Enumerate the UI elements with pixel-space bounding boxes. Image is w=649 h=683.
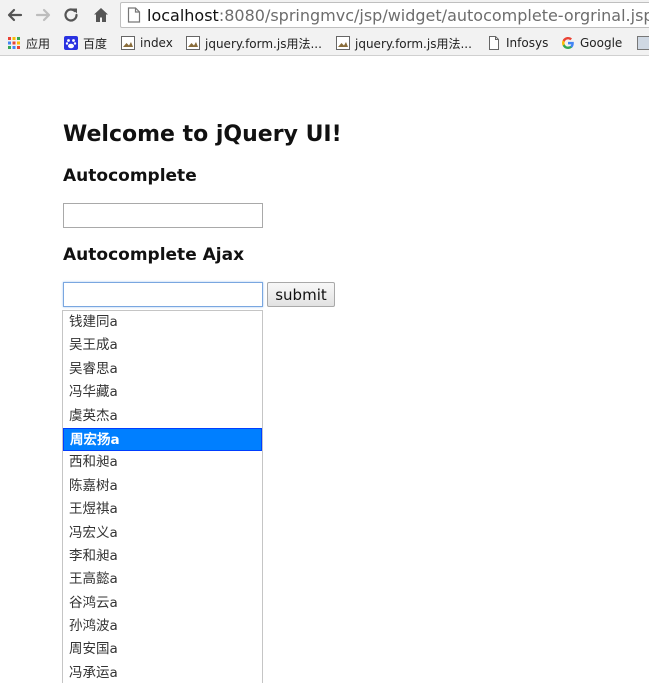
suggestion-item[interactable]: 钱建同a — [63, 311, 262, 334]
bookmark-label: index — [140, 36, 173, 50]
suggestion-item[interactable]: 冯华藏a — [63, 381, 262, 404]
suggestion-item[interactable]: 吴睿思a — [63, 358, 262, 381]
suggestion-item[interactable]: 王高懿a — [63, 568, 262, 591]
bookmark-label: 百度 — [83, 36, 108, 51]
google-g-icon — [562, 37, 574, 49]
bookmark-jquery-form-1[interactable]: jquery.form.js用法... — [186, 34, 322, 52]
bookmark-label: Google — [580, 36, 623, 50]
baidu-paw-icon — [64, 36, 78, 50]
image-thumbnail-icon — [336, 36, 350, 50]
suggestion-item[interactable]: 冯承运a — [63, 662, 262, 683]
bookmark-label: Infosys — [506, 36, 549, 50]
bookmark-index[interactable]: index — [121, 34, 173, 52]
suggestion-item[interactable]: 孙鸿波a — [63, 615, 262, 638]
image-thumbnail-icon — [637, 36, 649, 50]
reload-icon[interactable] — [60, 4, 82, 26]
bookmark-apps[interactable]: 应用 — [7, 34, 50, 52]
suggestion-item-highlighted[interactable]: 周宏扬a — [63, 427, 262, 452]
bookmark-jquery-form-2[interactable]: jquery.form.js用法... — [336, 34, 472, 52]
page-icon — [489, 36, 499, 50]
suggestion-item[interactable]: 西和昶a — [63, 451, 262, 474]
autocomplete-heading: Autocomplete — [63, 166, 197, 186]
bookmark-label: jquery.form.js用法... — [205, 36, 322, 51]
suggestion-item[interactable]: 冯宏义a — [63, 522, 262, 545]
bookmarks-bar: 应用 百度 index jquery.form.js用法... jquery.f… — [0, 30, 649, 56]
url-text: localhost:8080/springmvc/jsp/widget/auto… — [147, 6, 649, 25]
home-icon[interactable] — [90, 4, 112, 26]
bookmark-infosys[interactable]: Infosys — [487, 34, 548, 52]
suggestion-item[interactable]: 虞英杰a — [63, 405, 262, 428]
page-icon — [127, 7, 141, 23]
image-thumbnail-icon — [186, 36, 200, 50]
bookmark-baidu[interactable]: 百度 — [64, 34, 107, 52]
address-bar[interactable]: localhost:8080/springmvc/jsp/widget/auto… — [120, 2, 649, 28]
autocomplete-ajax-input[interactable] — [63, 282, 263, 307]
autocomplete-suggestion-list: 钱建同a 吴王成a 吴睿思a 冯华藏a 虞英杰a 周宏扬a 西和昶a 陈嘉树a 王煜祺a 冯宏义a… — [62, 310, 263, 683]
bookmark-label: 应用 — [26, 36, 51, 51]
url-path: :8080/springmvc/jsp/widget/autocomplete-… — [218, 5, 649, 25]
suggestion-item[interactable]: 王煜祺a — [63, 498, 262, 521]
back-arrow-icon[interactable] — [4, 4, 26, 26]
autocomplete-ajax-heading: Autocomplete Ajax — [63, 245, 245, 265]
page-title: Welcome to jQuery UI! — [63, 122, 342, 147]
bookmark-overflow[interactable] — [637, 34, 649, 52]
submit-button[interactable]: submit — [267, 282, 335, 307]
suggestion-item[interactable]: 周安国a — [63, 638, 262, 661]
suggestion-item[interactable]: 吴王成a — [63, 334, 262, 357]
forward-arrow-icon[interactable] — [32, 4, 54, 26]
bookmark-label: jquery.form.js用法... — [355, 36, 472, 51]
image-thumbnail-icon — [121, 36, 135, 50]
bookmark-google[interactable]: Google — [561, 34, 622, 52]
apps-grid-icon — [8, 37, 20, 49]
suggestion-item[interactable]: 陈嘉树a — [63, 475, 262, 498]
suggestion-item[interactable]: 谷鸿云a — [63, 592, 262, 615]
suggestion-item[interactable]: 李和昶a — [63, 545, 262, 568]
browser-toolbar: localhost:8080/springmvc/jsp/widget/auto… — [0, 0, 649, 30]
autocomplete-input[interactable] — [63, 203, 263, 228]
url-host: localhost — [147, 5, 219, 25]
